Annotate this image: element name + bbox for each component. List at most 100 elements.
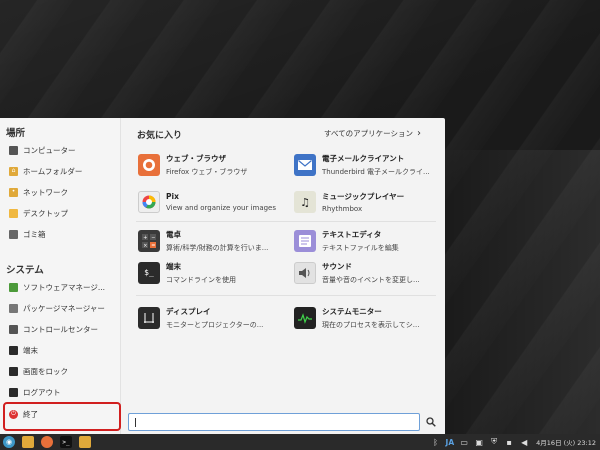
logout-icon [9,387,18,397]
taskbar: ◉ >_ ᛒ JA ▭ ▣ ⛨ ▪ ◀ 4月16日 (火) 23:12 [0,434,600,450]
app-description: 音量や音のイベントを変更し... [322,276,420,284]
desktop-folder-icon [9,208,18,218]
mail-icon [294,154,316,176]
app-name: ウェブ・ブラウザ [166,154,226,163]
sidebar-item-control-center[interactable]: コントロールセンター [0,319,121,339]
sidebar-item-software-manager[interactable]: ソフトウェアマネージ... [0,277,121,297]
sidebar-item-terminal[interactable]: 端末 [0,340,121,360]
app-description: テキストファイルを編集 [322,244,399,252]
places-title: 場所 [6,128,26,139]
svg-text:−: − [151,235,155,241]
svg-text:×: × [143,243,147,249]
home-folder-icon: ⌂ [9,166,18,176]
app-name: システムモニター [322,307,382,316]
svg-text:+: + [143,235,147,241]
computer-icon [9,145,18,155]
sidebar-item-lock-screen[interactable]: 画面をロック [0,361,121,381]
sidebar-item-label: 画面をロック [23,366,68,376]
sidebar-item-label: ネットワーク [23,187,68,197]
sidebar-item-computer[interactable]: コンピューター [0,140,121,160]
app-name: Pix [166,192,179,201]
all-applications-label: すべてのアプリケーション [323,129,413,138]
app-calculator[interactable]: + − × = 電卓 算術/科学/財務の計算を行いま... [138,227,288,255]
keyboard-icon[interactable]: ▭ [459,437,469,447]
menu-content: お気に入り すべてのアプリケーション › ウェブ・ブラウザ Firefox ウェ… [122,118,445,434]
system-title: システム [6,265,44,276]
app-terminal[interactable]: $_ 端末 コマンドラインを使用 [138,259,288,287]
clipboard-icon[interactable]: ▣ [474,437,484,447]
app-description: View and organize your images [166,204,277,212]
sidebar-item-package-manager[interactable]: パッケージマネージャー [0,298,121,318]
sidebar-item-network[interactable]: • ネットワーク [0,182,121,202]
text-caret [135,418,136,427]
app-description: 算術/科学/財務の計算を行いま... [166,244,269,252]
sound-icon [294,262,316,284]
network-folder-icon: • [9,187,18,197]
text-editor-icon [294,230,316,252]
all-applications-button[interactable]: すべてのアプリケーション › [324,128,421,139]
ime-indicator[interactable]: JA [446,438,455,447]
sidebar-item-desktop[interactable]: デスクトップ [0,203,121,223]
pix-icon [138,191,160,213]
terminal-launcher-icon[interactable]: >_ [60,436,72,448]
app-sound[interactable]: サウンド 音量や音のイベントを変更し... [294,259,444,287]
favorites-separator [136,221,436,222]
calculator-icon: + − × = [138,230,160,252]
menu-sidebar: 場所 コンピューター ⌂ ホームフォルダー • ネットワーク デスクトップ ゴミ… [0,118,121,434]
app-description: 現在のプロセスを表示してシ... [322,321,420,329]
app-pix[interactable]: Pix View and organize your images [138,188,288,216]
sidebar-item-label: ゴミ箱 [23,229,46,239]
firefox-icon [138,154,160,176]
music-icon: ♫ [294,191,316,213]
firefox-launcher-icon[interactable] [41,436,53,448]
clock[interactable]: 4月16日 (火) 23:12 [536,437,596,447]
search-button[interactable] [424,415,438,429]
software-manager-icon [9,282,18,292]
svg-text:=: = [151,243,155,249]
application-menu: 場所 コンピューター ⌂ ホームフォルダー • ネットワーク デスクトップ ゴミ… [0,118,445,434]
app-email-client[interactable]: 電子メールクライアント Thunderbird 電子メールクライ... [294,151,444,179]
files-launcher-icon[interactable] [22,436,34,448]
sidebar-item-trash[interactable]: ゴミ箱 [0,224,121,244]
app-description: Firefox ウェブ・ブラウザ [166,168,248,176]
shutdown-highlight-box [3,402,121,431]
sidebar-item-logout[interactable]: ログアウト [0,382,121,402]
app-music-player[interactable]: ♫ ミュージックプレイヤー Rhythmbox [294,188,444,216]
app-description: Thunderbird 電子メールクライ... [322,168,430,176]
app-name: ミュージックプレイヤー [322,192,405,201]
app-name: 端末 [166,262,181,271]
app-web-browser[interactable]: ウェブ・ブラウザ Firefox ウェブ・ブラウザ [138,151,288,179]
sidebar-item-home-folder[interactable]: ⌂ ホームフォルダー [0,161,121,181]
sidebar-item-label: コントロールセンター [23,324,98,334]
chevron-right-icon: › [417,127,421,139]
bluetooth-icon[interactable]: ᛒ [431,437,441,447]
app-system-monitor[interactable]: システムモニター 現在のプロセスを表示してシ... [294,304,444,332]
sidebar-item-label: コンピューター [23,145,76,155]
sidebar-item-label: ホームフォルダー [23,166,83,176]
app-description: モニターとプロジェクターの... [166,321,264,329]
app-display[interactable]: ディスプレイ モニターとプロジェクターの... [138,304,288,332]
terminal-app-icon: $_ [138,262,160,284]
shield-icon[interactable]: ⛨ [489,437,499,447]
favorites-title: お気に入り [137,131,183,141]
app-name: サウンド [322,262,352,271]
volume-icon[interactable]: ◀ [519,437,529,447]
sidebar-item-label: デスクトップ [23,208,68,218]
sidebar-item-label: 端末 [23,345,38,355]
terminal-icon [9,345,18,355]
display-icon [138,307,160,329]
app-name: テキストエディタ [322,230,382,239]
package-manager-icon [9,303,18,313]
search-icon [426,417,436,427]
sidebar-item-label: ログアウト [23,387,61,397]
app-text-editor[interactable]: テキストエディタ テキストファイルを編集 [294,227,444,255]
app-name: ディスプレイ [166,307,211,316]
search-input[interactable] [128,413,420,431]
system-monitor-icon [294,307,316,329]
menu-launcher-icon[interactable]: ◉ [3,436,15,448]
network-icon[interactable]: ▪ [504,437,514,447]
app-name: 電卓 [166,230,181,239]
app-name: 電子メールクライアント [322,154,405,163]
control-center-icon [9,324,18,334]
folder-launcher-icon[interactable] [79,436,91,448]
